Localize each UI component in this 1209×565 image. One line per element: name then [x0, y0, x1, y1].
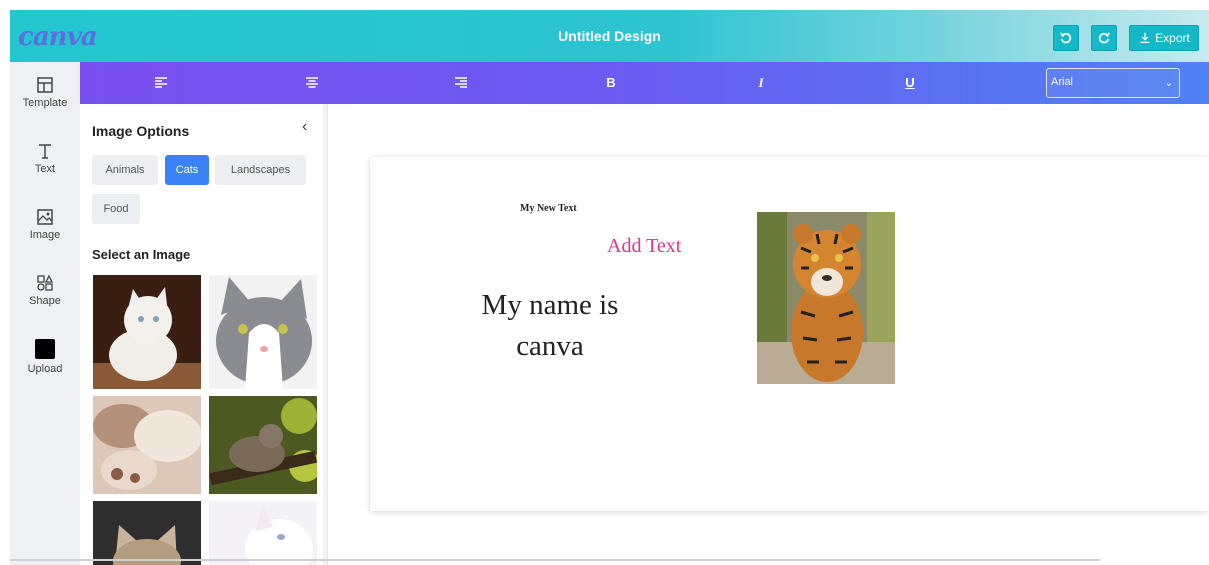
text-icon: [39, 144, 51, 159]
design-title[interactable]: Untitled Design: [10, 28, 1209, 44]
image-icon: [37, 209, 53, 225]
rail-item-image[interactable]: Image: [10, 207, 80, 241]
rail-label-template: Template: [22, 97, 68, 109]
align-right-button[interactable]: [451, 73, 471, 93]
redo-button[interactable]: [1091, 25, 1117, 51]
image-thumb[interactable]: [93, 396, 201, 494]
category-cats[interactable]: Cats: [165, 155, 209, 185]
rail-item-shape[interactable]: Shape: [10, 273, 80, 307]
export-button[interactable]: Export: [1129, 25, 1199, 51]
image-thumb[interactable]: [209, 396, 317, 494]
cat-image: [93, 275, 201, 389]
rail-item-text[interactable]: Text: [10, 141, 80, 175]
design-canvas[interactable]: My New Text Add Text My name is canva: [370, 157, 1209, 511]
align-right-icon: [455, 77, 467, 88]
shape-icon: [37, 274, 54, 291]
collapse-panel-icon[interactable]: ‹: [302, 118, 307, 136]
undo-button[interactable]: [1053, 25, 1079, 51]
rail-label-text: Text: [34, 163, 56, 175]
redo-icon: [1098, 32, 1110, 44]
app-header: canva Untitled Design Export: [10, 10, 1209, 62]
bold-button[interactable]: B: [601, 73, 621, 93]
format-toolbar: B I U Arial ⌄: [80, 62, 1209, 104]
align-left-icon: [155, 77, 167, 88]
left-rail: Template Text Image Shape Upload: [10, 62, 80, 565]
canvas-text-my-name[interactable]: My name is canva: [470, 285, 630, 367]
panel-scrollbar[interactable]: [323, 104, 327, 565]
font-family-select[interactable]: Arial ⌄: [1046, 68, 1180, 98]
rail-item-template[interactable]: Template: [10, 75, 80, 109]
image-thumb[interactable]: [209, 501, 317, 565]
align-center-icon: [306, 77, 318, 88]
horizontal-scrollbar[interactable]: [10, 559, 1100, 561]
category-animals[interactable]: Animals: [92, 155, 158, 185]
undo-icon: [1060, 32, 1072, 44]
cat-image: [209, 275, 317, 389]
image-options-panel: Image Options ‹ Animals Cats Landscapes …: [80, 104, 328, 565]
category-food[interactable]: Food: [92, 194, 140, 224]
rail-label-upload: Upload: [27, 363, 63, 375]
tiger-image: [757, 212, 895, 384]
rail-label-image: Image: [29, 229, 61, 241]
image-thumb[interactable]: [93, 501, 201, 565]
canvas-text-add-text[interactable]: Add Text: [607, 235, 681, 258]
rail-item-upload[interactable]: Upload: [10, 339, 80, 375]
kittens-image: [93, 396, 201, 494]
upload-icon: [35, 339, 55, 359]
download-icon: [1140, 32, 1150, 44]
align-center-button[interactable]: [302, 73, 322, 93]
category-landscapes[interactable]: Landscapes: [215, 155, 306, 185]
underline-button[interactable]: U: [900, 73, 920, 93]
image-thumb[interactable]: [93, 275, 201, 389]
template-icon: [37, 77, 53, 93]
image-thumb[interactable]: [209, 275, 317, 389]
rail-label-shape: Shape: [29, 295, 61, 307]
select-image-title: Select an Image: [92, 247, 191, 262]
canvas-text-my-new-text[interactable]: My New Text: [520, 203, 577, 214]
export-label: Export: [1155, 31, 1190, 45]
chevron-down-icon: ⌄: [1164, 78, 1173, 89]
canvas-image-tiger[interactable]: [757, 212, 895, 384]
tabby-cat-image: [93, 501, 201, 565]
cat-outdoor-image: [209, 396, 317, 494]
panel-title: Image Options: [92, 123, 190, 139]
italic-button[interactable]: I: [751, 73, 771, 93]
align-left-button[interactable]: [151, 73, 171, 93]
white-cat-image: [209, 501, 317, 565]
font-select-value: Arial: [1051, 76, 1074, 88]
